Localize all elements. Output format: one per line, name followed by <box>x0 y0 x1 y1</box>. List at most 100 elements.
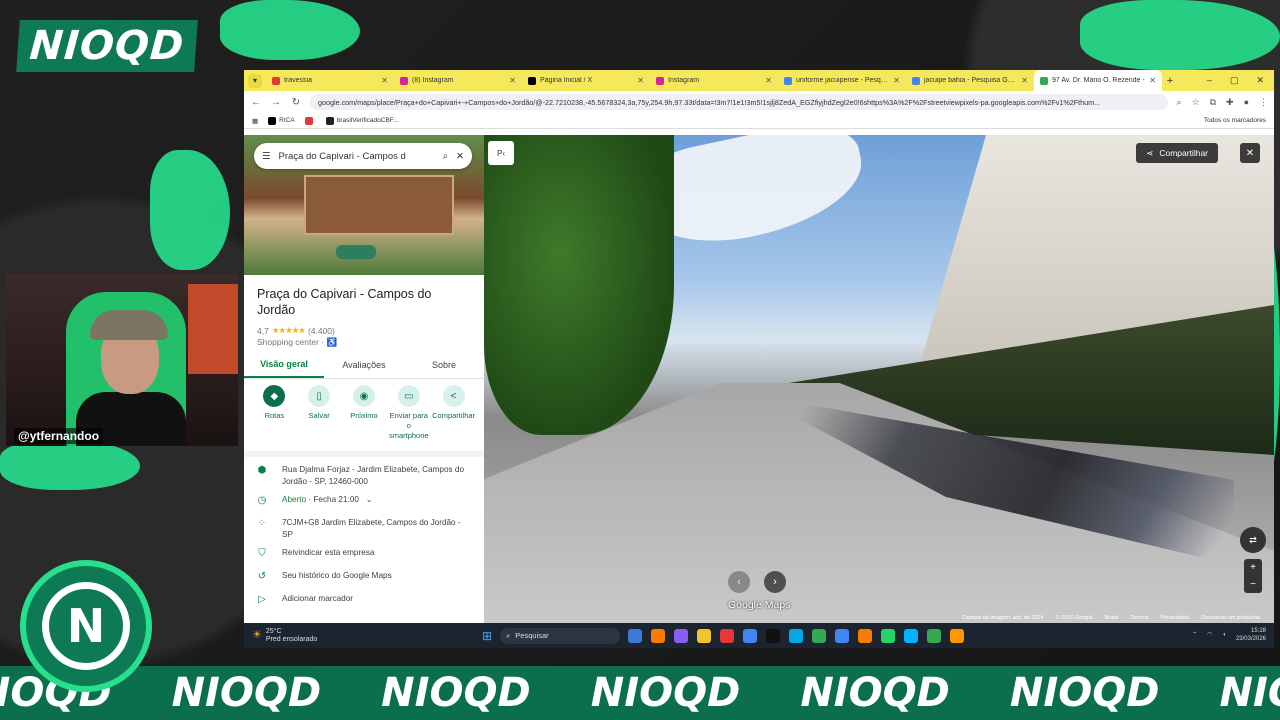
menu-icon[interactable]: ⋮ <box>1259 97 1268 108</box>
tab-close-icon[interactable]: ✕ <box>381 76 388 85</box>
tab-close-icon[interactable]: ✕ <box>893 76 900 85</box>
channel-badge: N <box>20 560 152 692</box>
review-count[interactable]: (4.400) <box>308 326 335 336</box>
puzzle-icon[interactable]: ✚ <box>1226 97 1234 108</box>
taskbar-app-icon[interactable] <box>720 628 735 643</box>
history-icon: ↺ <box>257 570 267 582</box>
footer-link: © 2026 Google <box>1055 615 1093 621</box>
rating-value: 4,7 <box>257 325 269 336</box>
taskbar-app-icon[interactable] <box>743 628 758 643</box>
browser-tab[interactable]: uniforme jacuipense - Pesquisa ✕ <box>778 70 906 91</box>
action-button[interactable]: ▯ Salvar <box>297 385 341 440</box>
all-bookmarks-link[interactable]: Todos os marcadores <box>1204 117 1266 124</box>
street-view-canvas[interactable]: P‹ ⋖ Compartilhar ✕ ‹ › Google Maps ⇄ + … <box>484 135 1274 623</box>
taskbar-app-icon[interactable] <box>835 628 850 643</box>
url-field[interactable]: google.com/maps/place/Praça+do+Capivari+… <box>310 94 1169 110</box>
clock[interactable]: 15:28 23/03/2026 <box>1236 628 1266 644</box>
browser-tab[interactable]: Página Inicial / X ✕ <box>522 70 650 91</box>
taskbar-app-icon[interactable] <box>950 628 965 643</box>
forward-icon[interactable]: → <box>270 97 282 108</box>
taskbar-app-icon[interactable] <box>674 628 689 643</box>
taskbar-app-icon[interactable] <box>927 628 942 643</box>
apps-grid-icon[interactable]: ▦ <box>252 117 258 125</box>
taskbar-app-icon[interactable] <box>812 628 827 643</box>
action-button[interactable]: ◆ Rotas <box>252 385 296 440</box>
footer-link[interactable]: Denunciar um problema <box>1201 615 1260 621</box>
bookmark-star-icon[interactable]: ☆ <box>1192 97 1200 108</box>
tray-chevron-icon[interactable]: ⌃ <box>1192 632 1197 640</box>
weather-widget[interactable]: ☀ 25°C Pred ensolarado <box>252 628 482 643</box>
action-button[interactable]: ◉ Próximo <box>342 385 386 440</box>
address-bar: ← → ↻ google.com/maps/place/Praça+do+Cap… <box>244 91 1274 113</box>
bookmark-item[interactable]: RICA <box>268 116 295 125</box>
search-icon[interactable]: ⌕ <box>443 151 448 162</box>
tab-close-icon[interactable]: ✕ <box>509 76 516 85</box>
clear-search-icon[interactable]: ✕ <box>456 151 464 162</box>
new-tab-button[interactable]: + <box>1162 75 1178 87</box>
taskbar-app-icon[interactable] <box>858 628 873 643</box>
browser-tab[interactable]: jacuipe bahia - Pesquisa Google ✕ <box>906 70 1034 91</box>
browser-tab[interactable]: travessia ✕ <box>266 70 394 91</box>
back-icon[interactable]: ← <box>250 97 262 108</box>
plus-code-text: 7CJM+G8 Jardim Elizabete, Campos do Jord… <box>282 517 461 539</box>
add-label-row[interactable]: ▷ Adicionar marcador <box>244 590 484 613</box>
chevron-down-icon[interactable]: ⌄ <box>366 495 373 504</box>
footer-link[interactable]: Brasil <box>1105 615 1119 621</box>
tab-close-icon[interactable]: ✕ <box>1021 76 1028 85</box>
taskbar-app-icon[interactable] <box>766 628 781 643</box>
bookmark-label: brasilVerificadoCBF... <box>336 117 399 124</box>
bookmark-item[interactable]: brasilVerificadoCBF... <box>325 116 399 125</box>
browser-tab[interactable]: Instagram ✕ <box>650 70 778 91</box>
hamburger-menu-icon[interactable]: ☰ <box>262 151 271 162</box>
wifi-icon[interactable]: ◠ <box>1207 632 1212 640</box>
reload-icon[interactable]: ↻ <box>290 97 302 108</box>
windows-start-icon[interactable]: ⊞ <box>482 629 492 643</box>
taskbar-app-icon[interactable] <box>789 628 804 643</box>
compass-icon[interactable]: ⇄ <box>1240 527 1266 553</box>
browser-tab[interactable]: 97 Av. Dr. Mário O. Rezende - ✕ <box>1034 70 1162 91</box>
search-input[interactable]: Praça do Capivari - Campos d <box>279 151 435 162</box>
weather-temp: 25°C <box>265 627 282 635</box>
share-button[interactable]: ⋖ Compartilhar <box>1136 143 1218 163</box>
maximize-icon[interactable]: ▢ <box>1230 75 1239 86</box>
browser-tab[interactable]: (8) Instagram ✕ <box>394 70 522 91</box>
footer-link[interactable]: Termos <box>1131 615 1149 621</box>
taskbar-app-icon[interactable] <box>881 628 896 643</box>
taskbar-app-icon[interactable] <box>628 628 643 643</box>
volume-icon[interactable]: ◖ <box>1222 632 1226 640</box>
taskbar-app-icon[interactable] <box>904 628 919 643</box>
arrow-left-icon[interactable]: ‹ <box>728 571 750 593</box>
plus-code-row[interactable]: ⁘ 7CJM+G8 Jardim Elizabete, Campos do Jo… <box>244 514 484 544</box>
taskbar-app-icon[interactable] <box>651 628 666 643</box>
places-toggle-button[interactable]: P‹ <box>488 141 514 165</box>
tab-close-icon[interactable]: ✕ <box>1149 76 1156 85</box>
panel-tab[interactable]: Visão geral <box>244 351 324 378</box>
extensions-icon[interactable]: ⧉ <box>1210 97 1216 108</box>
panel-tab[interactable]: Avaliações <box>324 351 404 378</box>
maps-search-box[interactable]: ☰ Praça do Capivari - Campos d ⌕ ✕ <box>254 143 472 169</box>
footer-link[interactable]: Privacidade <box>1161 615 1190 621</box>
maps-history-row[interactable]: ↺ Seu histórico do Google Maps <box>244 567 484 590</box>
zoom-out-icon[interactable]: − <box>1250 579 1256 590</box>
tab-close-icon[interactable]: ✕ <box>765 76 772 85</box>
tab-search-icon[interactable]: ▾ <box>248 73 262 88</box>
zoom-in-icon[interactable]: + <box>1250 562 1256 573</box>
claim-business-row[interactable]: ⛉ Reivindicar esta empresa <box>244 544 484 567</box>
panel-tab[interactable]: Sobre <box>404 351 484 378</box>
taskbar-app-icon[interactable] <box>697 628 712 643</box>
action-button[interactable]: ▭ Enviar para o smartphone <box>387 385 431 440</box>
hours-row[interactable]: ◷ Aberto · Fecha 21:00 ⌄ <box>244 491 484 514</box>
tab-close-icon[interactable]: ✕ <box>637 76 644 85</box>
arrow-right-icon[interactable]: › <box>764 571 786 593</box>
minimize-icon[interactable]: – <box>1207 75 1212 86</box>
address-row[interactable]: ⬢ Rua Djalma Forjaz - Jardim Elizabete, … <box>244 461 484 491</box>
google-maps-logo: Google Maps <box>728 599 791 611</box>
place-category[interactable]: Shopping center · ♿ <box>257 337 337 348</box>
profile-icon[interactable]: ● <box>1244 97 1249 108</box>
close-street-view-icon[interactable]: ✕ <box>1240 143 1260 163</box>
zoom-icon[interactable]: ⌕ <box>1176 97 1181 108</box>
taskbar-search[interactable]: ⌕ Pesquisar <box>500 627 621 644</box>
bookmark-item[interactable] <box>304 116 316 125</box>
action-button[interactable]: < Compartilhar <box>432 385 476 440</box>
close-window-icon[interactable]: ✕ <box>1256 75 1264 86</box>
